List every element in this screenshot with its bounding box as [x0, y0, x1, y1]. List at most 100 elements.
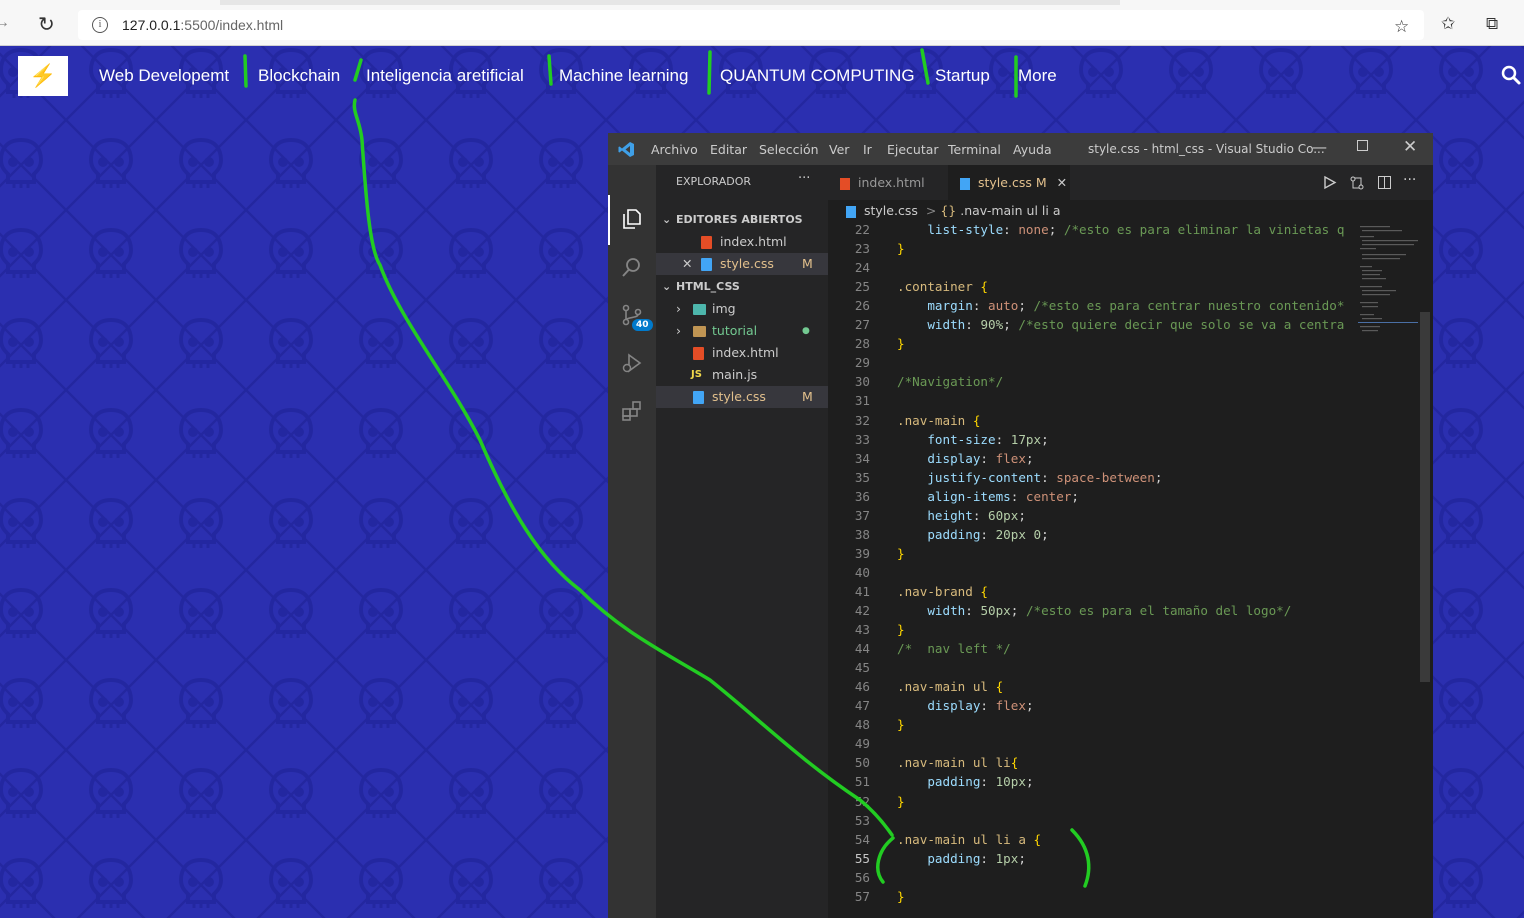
- code-line[interactable]: }: [897, 717, 905, 732]
- code-line[interactable]: }: [897, 794, 905, 809]
- menu-seleccion[interactable]: Selección: [759, 142, 819, 157]
- code-line[interactable]: /*Navigation*/: [897, 374, 1003, 389]
- code-token: :: [972, 298, 989, 314]
- code-line[interactable]: }: [897, 546, 905, 561]
- nav-link-blockchain[interactable]: Blockchain: [258, 66, 340, 86]
- code-token: ;: [1025, 698, 1034, 714]
- minimize-icon[interactable]: —: [1312, 138, 1327, 156]
- info-icon[interactable]: i: [92, 17, 108, 33]
- nav-link-web-development[interactable]: Web Developemt: [99, 66, 229, 86]
- minimap[interactable]: [1358, 222, 1420, 422]
- code-line[interactable]: margin: auto; /*esto es para centrar nue…: [897, 298, 1344, 313]
- back-arrow-icon[interactable]: →: [0, 14, 10, 32]
- code-line[interactable]: width: 50px; /*esto es para el tamaño de…: [897, 603, 1291, 618]
- brand-logo[interactable]: ⚡: [18, 56, 68, 96]
- code-line[interactable]: width: 90%; /*esto quiere decir que solo…: [897, 317, 1344, 332]
- nav-link-machine-learning[interactable]: Machine learning: [559, 66, 688, 86]
- run-icon[interactable]: [1322, 175, 1337, 190]
- tree-item-folder[interactable]: › img: [656, 298, 828, 320]
- search-sidebar-icon[interactable]: [620, 255, 644, 279]
- open-editor-item[interactable]: index.html: [656, 231, 828, 253]
- tree-item-file[interactable]: index.html: [656, 342, 828, 364]
- breadcrumb-file[interactable]: style.css: [864, 203, 918, 218]
- nav-link-more[interactable]: More: [1018, 66, 1057, 86]
- code-line[interactable]: /* nav left */: [897, 641, 1011, 656]
- search-icon[interactable]: [1500, 64, 1522, 86]
- open-changes-icon[interactable]: [1349, 175, 1365, 191]
- more-actions-icon[interactable]: ···: [1403, 165, 1416, 195]
- collections-icon[interactable]: ⧉: [1486, 14, 1498, 34]
- menu-editar[interactable]: Editar: [710, 142, 747, 157]
- code-line[interactable]: }: [897, 622, 905, 637]
- code-line[interactable]: padding: 20px 0;: [897, 527, 1048, 542]
- tab-index-html[interactable]: index.html: [828, 165, 948, 200]
- code-line[interactable]: .nav-main ul li a {: [897, 832, 1041, 847]
- close-icon[interactable]: ✕: [682, 253, 692, 275]
- menu-terminal[interactable]: Terminal: [948, 142, 1001, 157]
- code-line[interactable]: .nav-brand {: [897, 584, 988, 599]
- line-number: 36: [854, 488, 870, 504]
- code-line[interactable]: font-size: 17px;: [897, 432, 1048, 447]
- code-token: ;: [1025, 450, 1034, 466]
- explorer-icon[interactable]: [620, 207, 644, 231]
- run-debug-icon[interactable]: [620, 351, 644, 375]
- code-token: {: [1033, 831, 1042, 847]
- tab-style-css[interactable]: style.css M ✕: [948, 165, 1070, 200]
- code-token: width: [927, 317, 966, 333]
- favorites-icon[interactable]: ✩: [1441, 14, 1455, 34]
- scroll-thumb[interactable]: [1420, 312, 1430, 682]
- code-line[interactable]: }: [897, 336, 905, 351]
- chevron-down-icon: ⌄: [662, 213, 672, 226]
- code-line[interactable]: }: [897, 889, 905, 904]
- nav-link-quantum-computing[interactable]: QUANTUM COMPUTING: [720, 66, 915, 86]
- code-line[interactable]: justify-content: space-between;: [897, 470, 1162, 485]
- code-token: margin: [927, 298, 973, 314]
- extensions-icon[interactable]: [620, 399, 644, 423]
- nav-link-startup[interactable]: Startup: [935, 66, 990, 86]
- address-bar[interactable]: i 127.0.0.1:5500/index.html ☆: [78, 10, 1424, 40]
- line-number: 50: [854, 755, 870, 771]
- menu-ejecutar[interactable]: Ejecutar: [887, 142, 939, 157]
- code-line[interactable]: display: flex;: [897, 698, 1034, 714]
- breadcrumb-symbol[interactable]: .nav-main ul li a: [960, 203, 1060, 218]
- code-token: flex: [995, 698, 1026, 714]
- split-editor-icon[interactable]: [1377, 175, 1392, 190]
- tree-item-file[interactable]: JS main.js: [656, 364, 828, 386]
- code-line[interactable]: }: [897, 241, 905, 256]
- code-line[interactable]: .nav-main ul {: [897, 679, 1003, 694]
- editor-scrollbar[interactable]: [1418, 222, 1432, 918]
- code-line[interactable]: align-items: center;: [897, 489, 1079, 504]
- open-editor-item-active[interactable]: ✕ style.css M: [656, 253, 828, 275]
- code-token: .nav-main: [897, 412, 966, 428]
- open-editors-header[interactable]: ⌄ EDITORES ABIERTOS: [656, 209, 828, 231]
- code-line[interactable]: padding: 1px;: [897, 851, 1026, 866]
- code-line[interactable]: .nav-main {: [897, 413, 980, 428]
- folder-header[interactable]: ⌄ HTML_CSS: [656, 276, 828, 298]
- code-editor[interactable]: 22 list-style: none; /*esto es para elim…: [828, 222, 1418, 918]
- tree-item-folder[interactable]: › tutorial ●: [656, 320, 828, 342]
- code-line[interactable]: display: flex;: [897, 450, 1034, 466]
- code-token: ;: [1010, 603, 1026, 618]
- menu-ayuda[interactable]: Ayuda: [1013, 142, 1052, 157]
- line-number: 37: [854, 507, 870, 523]
- close-tab-icon[interactable]: ✕: [1057, 175, 1067, 190]
- url-text[interactable]: 127.0.0.1:5500/index.html: [122, 17, 283, 33]
- nav-link-ai[interactable]: Inteligencia aretificial: [366, 66, 524, 86]
- maximize-icon[interactable]: [1357, 140, 1368, 151]
- line-number: 32: [854, 412, 870, 428]
- code-line[interactable]: padding: 10px;: [897, 774, 1033, 789]
- menu-ver[interactable]: Ver: [829, 142, 849, 157]
- reload-icon[interactable]: ↻: [38, 12, 55, 37]
- explorer-more-icon[interactable]: ···: [798, 171, 810, 186]
- tree-item-file-active[interactable]: style.css M: [656, 386, 828, 408]
- add-favorite-icon[interactable]: ☆: [1394, 17, 1409, 37]
- code-line[interactable]: height: 60px;: [897, 508, 1026, 523]
- code-token: padding: [927, 850, 981, 866]
- code-line[interactable]: .nav-main ul li{: [897, 755, 1018, 770]
- close-window-icon[interactable]: ✕: [1403, 137, 1417, 157]
- code-line[interactable]: list-style: none; /*esto es para elimina…: [897, 222, 1344, 237]
- menu-ir[interactable]: Ir: [863, 142, 872, 157]
- menu-archivo[interactable]: Archivo: [651, 142, 698, 157]
- code-line[interactable]: .container {: [897, 279, 988, 294]
